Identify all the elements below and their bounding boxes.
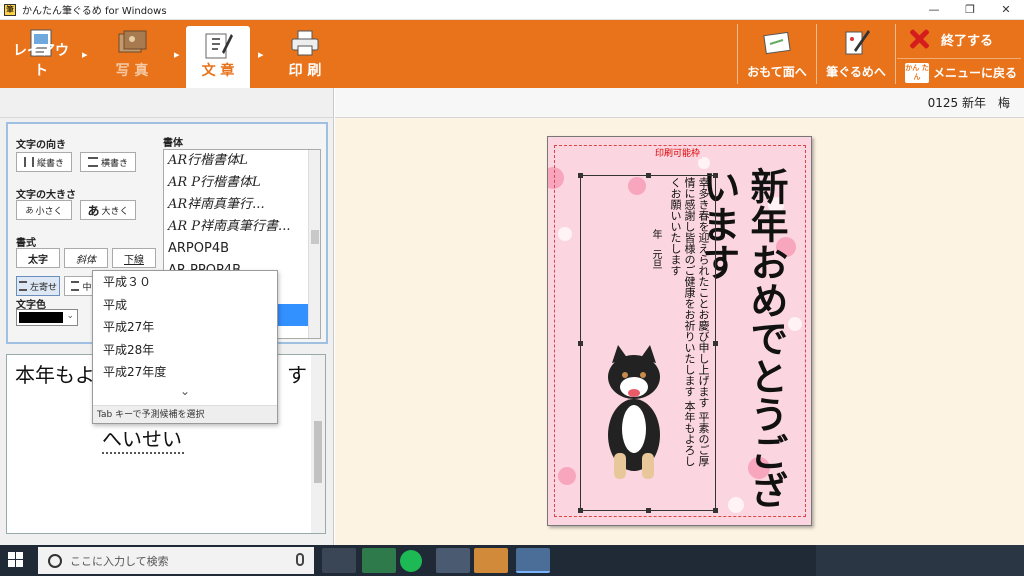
font-label: 書体 <box>163 138 183 149</box>
ime-candidate[interactable]: 平成27年 <box>93 316 277 339</box>
search-placeholder: ここに入力して検索 <box>70 554 169 568</box>
taskbar-search-box[interactable]: ここに入力して検索 <box>38 547 314 574</box>
ime-candidate[interactable]: 平成３０ <box>93 271 277 294</box>
align-center-icon <box>71 281 80 291</box>
postcard-front-icon <box>763 31 791 55</box>
font-item[interactable]: AR祥南真筆行... <box>164 194 320 216</box>
ime-candidate[interactable]: 平成27年度 <box>93 361 277 384</box>
ime-hint: Tab キーで予測候補を選択 <box>93 405 277 423</box>
preview-pane: 0125 新年 梅 印刷可能枠 新年おめでとうございます 幸多き春を迎えられたこ… <box>335 88 1024 545</box>
fudegurume-taskbar-icon[interactable] <box>516 548 550 573</box>
scrollbar-thumb[interactable] <box>311 230 319 244</box>
step-text[interactable]: 文 章 <box>186 26 250 88</box>
horizontal-text-icon <box>87 157 98 167</box>
brush-icon <box>845 30 870 55</box>
resize-handle[interactable] <box>713 508 718 513</box>
windows-taskbar: ここに入力して検索 <box>0 545 1024 576</box>
text-icon <box>205 33 233 59</box>
taskbar-app-icon[interactable] <box>436 548 470 573</box>
font-item[interactable]: AR P祥南真筆行書... <box>164 216 320 238</box>
title-bar: 筆 かんたん筆ぐるめ for Windows — ❐ ✕ <box>0 0 1024 20</box>
ime-candidate[interactable]: 平成 <box>93 294 277 317</box>
style-label: 書式 <box>16 238 36 249</box>
editor-line: 本年もよ <box>15 363 95 387</box>
window-title: かんたん筆ぐるめ for Windows <box>22 6 167 17</box>
exit-button[interactable]: 終了する <box>897 24 1021 54</box>
step-arrow-icon: ▸ <box>174 48 180 61</box>
minimize-button[interactable]: — <box>916 0 952 20</box>
greeting-headline[interactable]: 新年おめでとうございます <box>696 167 790 525</box>
app-icon: 筆 <box>4 3 16 16</box>
kantan-logo: かん たん <box>905 62 929 83</box>
align-left-icon <box>18 281 27 291</box>
step-arrow-icon: ▸ <box>82 48 88 61</box>
taskbar-app-icon[interactable] <box>400 550 422 572</box>
text-selection-box[interactable] <box>578 173 718 513</box>
microphone-icon[interactable] <box>296 553 304 566</box>
vertical-writing-button[interactable]: 縦書き <box>16 152 72 172</box>
smaller-button[interactable]: あ 小さく <box>16 200 72 220</box>
ime-candidate[interactable]: 平成28年 <box>93 339 277 362</box>
cortana-icon <box>48 553 62 568</box>
editor-line-end: す <box>287 363 307 387</box>
resize-handle[interactable] <box>646 173 651 178</box>
step-layout[interactable]: レイアウト <box>8 20 74 88</box>
resize-handle[interactable] <box>713 341 718 346</box>
italic-button[interactable]: 斜体 <box>64 248 108 268</box>
divider <box>816 24 817 84</box>
preview-header: 0125 新年 梅 <box>335 88 1024 118</box>
bold-button[interactable]: 太字 <box>16 248 60 268</box>
windows-start-icon[interactable] <box>8 552 24 568</box>
font-item[interactable]: AR P行楷書体L <box>164 172 320 194</box>
align-left-button[interactable]: 左寄せ <box>16 276 60 296</box>
step-print[interactable]: 印 刷 <box>272 20 338 88</box>
resize-handle[interactable] <box>578 508 583 513</box>
resize-handle[interactable] <box>578 341 583 346</box>
small-a-icon: あ <box>25 205 34 215</box>
photo-icon <box>118 30 147 53</box>
postcard-preview[interactable]: 印刷可能枠 新年おめでとうございます 幸多き春を迎えられたことお慶び申し上げます… <box>547 136 812 526</box>
resize-handle[interactable] <box>578 173 583 178</box>
large-a-icon: あ <box>87 203 100 218</box>
scrollbar-thumb[interactable] <box>314 421 322 483</box>
direction-label: 文字の向き <box>16 140 66 151</box>
step-photo[interactable]: 写 真 <box>96 20 168 88</box>
larger-button[interactable]: あ 大きく <box>80 200 136 220</box>
font-item[interactable]: ARPOP4B <box>164 238 320 260</box>
horizontal-writing-button[interactable]: 横書き <box>80 152 136 172</box>
divider <box>737 24 738 84</box>
resize-handle[interactable] <box>646 508 651 513</box>
left-panel: 文字の向き 縦書き 横書き 文字の大きさ あ 小さく あ 大きく 書式 太字 斜… <box>0 88 334 545</box>
left-panel-header <box>0 88 333 118</box>
main-toolbar: レイアウト ▸ 写 真 ▸ 文 章 ▸ 印 刷 おもて面へ 筆ぐるめへ <box>0 20 1024 88</box>
task-view-icon[interactable] <box>322 548 356 573</box>
font-item[interactable]: AR行楷書体L <box>164 150 320 172</box>
back-to-menu-button[interactable]: かん たん メニューに戻る <box>897 58 1021 86</box>
vertical-text-icon <box>23 157 34 167</box>
print-frame-label: 印刷可能枠 <box>653 146 703 159</box>
editor-scrollbar[interactable] <box>311 355 325 533</box>
close-icon <box>907 27 931 51</box>
maximize-button[interactable]: ❐ <box>952 0 988 20</box>
taskbar-app-icon[interactable] <box>362 548 396 573</box>
close-window-button[interactable]: ✕ <box>988 0 1024 20</box>
text-color-select[interactable]: ⌄ <box>16 309 78 326</box>
font-list-scrollbar[interactable] <box>308 150 320 338</box>
fudegurume-button[interactable]: 筆ぐるめへ <box>818 20 894 88</box>
taskbar-app-icon[interactable] <box>474 548 508 573</box>
system-tray[interactable] <box>816 545 1024 576</box>
size-label: 文字の大きさ <box>16 190 76 201</box>
ime-candidate-popup: 平成３０ 平成 平成27年 平成28年 平成27年度 ⌄ Tab キーで予測候補… <box>92 270 278 424</box>
underline-button[interactable]: 下線 <box>112 248 156 268</box>
front-side-button[interactable]: おもて面へ <box>740 20 814 88</box>
divider <box>895 24 896 84</box>
chevron-down-icon: ⌄ <box>66 311 74 321</box>
resize-handle[interactable] <box>713 173 718 178</box>
card-template-name: 0125 新年 梅 <box>927 96 1010 110</box>
ime-composition-text: へいせい <box>102 423 184 454</box>
printer-icon <box>291 30 319 56</box>
step-arrow-icon: ▸ <box>258 48 264 61</box>
expand-candidates-icon[interactable]: ⌄ <box>93 384 277 406</box>
color-swatch <box>19 312 63 323</box>
